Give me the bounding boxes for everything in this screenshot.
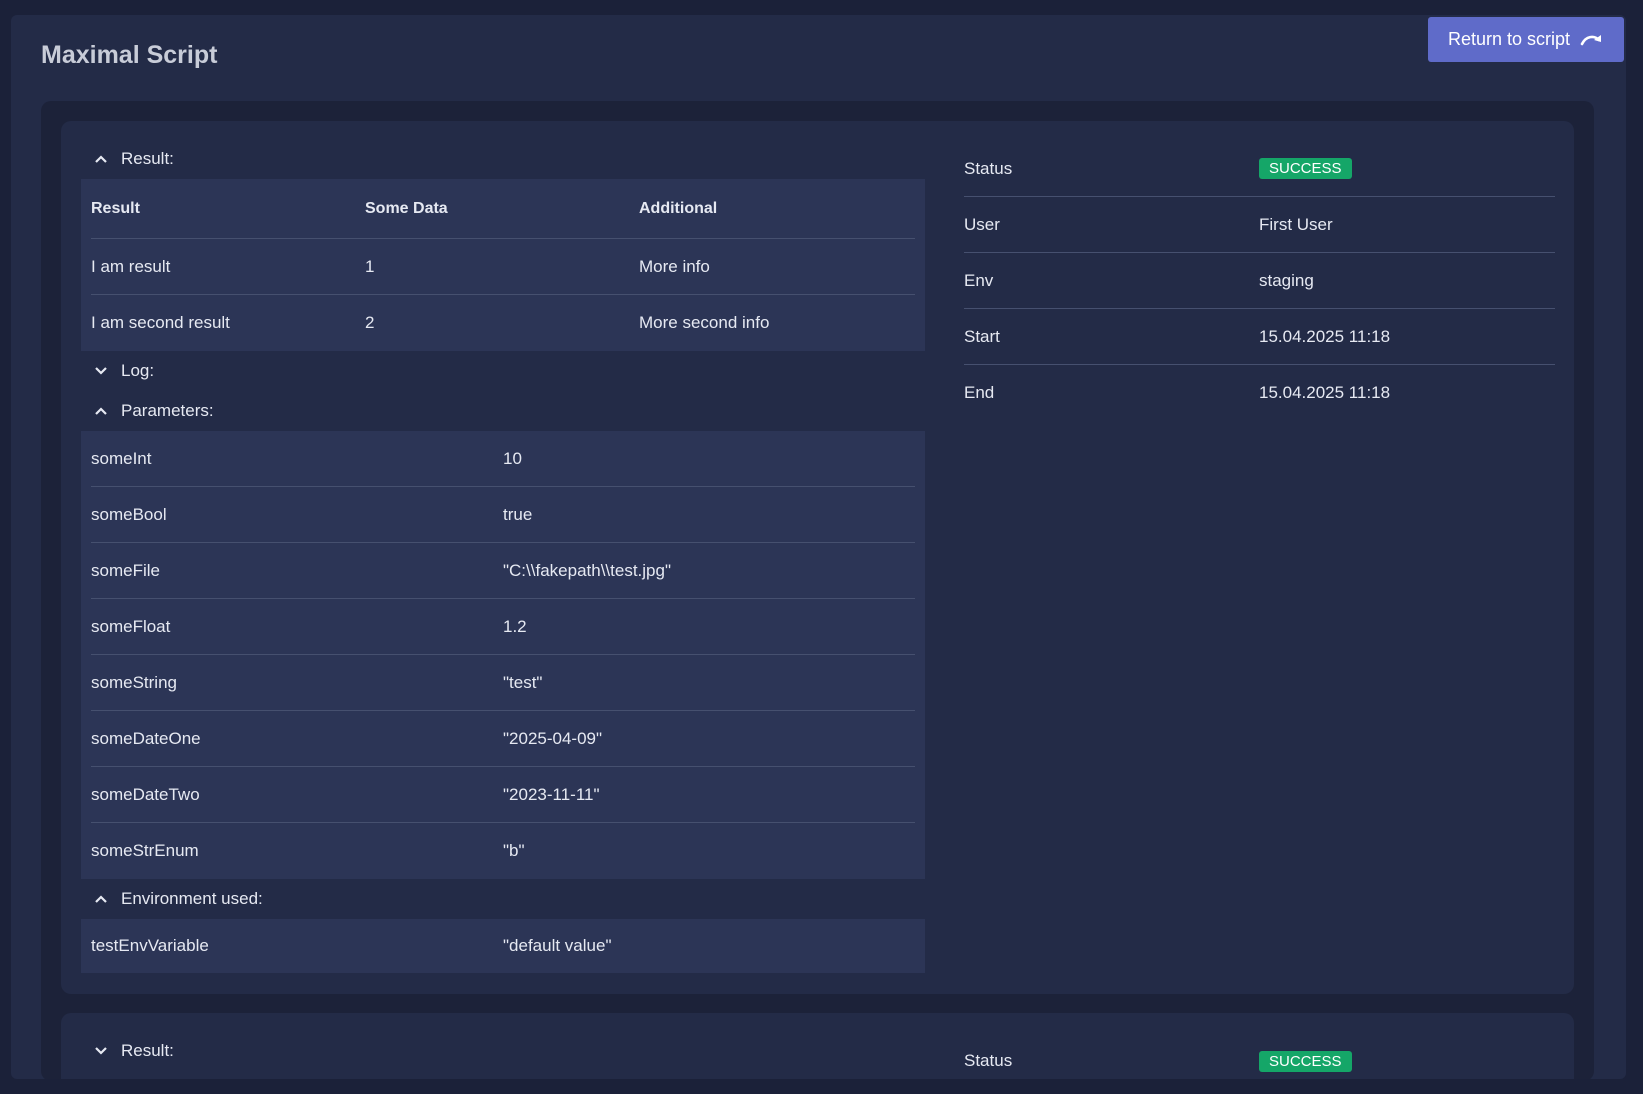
info-value: staging	[1259, 270, 1314, 290]
status-badge: SUCCESS	[1259, 1050, 1352, 1072]
run-info: Status SUCCESS User First User Env stagi…	[964, 121, 1555, 421]
parameters-table: someInt 10 someBool true someFile "C:\\f…	[81, 431, 925, 879]
table-row: someStrEnum "b"	[91, 823, 915, 879]
runs-list: Result: Result Some Data Additional I am…	[41, 101, 1594, 1079]
table-cell: 2	[365, 313, 375, 332]
return-to-script-label: Return to script	[1447, 29, 1571, 49]
parameter-name: someInt	[91, 448, 152, 468]
info-key: End	[964, 383, 995, 402]
table-cell: More info	[639, 256, 710, 276]
result-section-label: Result:	[121, 1041, 174, 1060]
table-row: someFloat 1.2	[91, 599, 915, 655]
parameter-value: "test"	[503, 672, 543, 692]
info-row-user: User First User	[964, 197, 1555, 253]
run-details: Result: Result Some Data Additional I am…	[81, 121, 925, 973]
redo-arrow-icon	[1580, 34, 1602, 45]
info-key: User	[964, 214, 1000, 234]
info-value: 15.04.2025 11:18	[1259, 326, 1391, 346]
info-row-status: Status SUCCESS	[964, 141, 1555, 197]
table-row: I am second result 2 More second info	[91, 295, 915, 351]
environment-section-label: Environment used:	[121, 889, 263, 908]
table-row: someDateOne "2025-04-09"	[91, 711, 915, 767]
return-to-script-button[interactable]: Return to script	[1428, 17, 1624, 62]
log-section-toggle[interactable]: Log:	[81, 351, 925, 391]
result-table: Result Some Data Additional I am result …	[81, 179, 925, 351]
parameter-value: "2023-11-11"	[503, 784, 600, 804]
table-cell: I am result	[91, 256, 171, 276]
info-key: Env	[964, 270, 994, 290]
parameter-value: "C:\\fakepath\\test.jpg"	[503, 560, 671, 580]
parameter-name: someBool	[91, 504, 167, 524]
table-row: someFile "C:\\fakepath\\test.jpg"	[91, 543, 915, 599]
chevron-down-icon	[95, 1047, 107, 1055]
script-run-page: Maximal Script Return to script Result: …	[11, 15, 1626, 1079]
table-row: I am result 1 More info	[91, 239, 915, 295]
info-row-start: Start 15.04.2025 11:18	[964, 309, 1555, 365]
table-row: someInt 10	[91, 431, 915, 487]
parameter-name: someFloat	[91, 616, 171, 636]
result-section-label: Result:	[121, 149, 174, 168]
parameter-value: "b"	[503, 841, 525, 860]
parameter-value: true	[503, 504, 533, 524]
table-row: testEnvVariable "default value"	[91, 919, 915, 973]
result-section-toggle[interactable]: Result:	[81, 1031, 925, 1071]
parameter-name: someDateOne	[91, 728, 201, 748]
table-row: someDateTwo "2023-11-11"	[91, 767, 915, 823]
parameter-value: 1.2	[503, 616, 527, 636]
info-key: Start	[964, 326, 1000, 346]
chevron-up-icon	[95, 407, 107, 415]
info-row-status: Status SUCCESS	[964, 1033, 1555, 1079]
table-cell: 1	[365, 256, 375, 276]
page-title: Maximal Script	[41, 41, 218, 69]
column-header: Additional	[639, 199, 718, 217]
chevron-down-icon	[95, 367, 107, 375]
info-key: Status	[964, 1051, 1013, 1070]
result-section-toggle[interactable]: Result:	[81, 139, 925, 179]
log-section-label: Log:	[121, 361, 155, 380]
column-header: Result	[91, 199, 140, 217]
table-cell: I am second result	[91, 313, 230, 332]
environment-section-toggle[interactable]: Environment used:	[81, 879, 925, 919]
parameter-name: someDateTwo	[91, 784, 200, 804]
run-card: Result: Result Some Data Additional I am…	[61, 121, 1574, 994]
parameter-name: someString	[91, 672, 177, 692]
parameters-section-label: Parameters:	[121, 401, 214, 420]
parameter-name: someFile	[91, 560, 160, 580]
run-card: Result: Status SUCCESS	[61, 1013, 1574, 1079]
run-info: Status SUCCESS	[964, 1013, 1555, 1079]
table-row: someBool true	[91, 487, 915, 543]
info-key: Status	[964, 158, 1013, 178]
chevron-up-icon	[95, 155, 107, 163]
result-table-header: Result Some Data Additional	[91, 179, 915, 239]
parameters-section-toggle[interactable]: Parameters:	[81, 391, 925, 431]
env-variable-name: testEnvVariable	[91, 936, 209, 955]
info-value: 15.04.2025 11:18	[1259, 383, 1391, 402]
info-row-env: Env staging	[964, 253, 1555, 309]
info-row-end: End 15.04.2025 11:18	[964, 365, 1555, 421]
run-details: Result:	[81, 1013, 925, 1071]
parameter-value: "2025-04-09"	[503, 728, 603, 748]
column-header: Some Data	[365, 199, 448, 217]
parameter-value: 10	[503, 448, 522, 468]
environment-table: testEnvVariable "default value"	[81, 919, 925, 973]
info-value: First User	[1259, 214, 1333, 234]
chevron-up-icon	[95, 895, 107, 903]
table-cell: More second info	[639, 313, 770, 332]
parameter-name: someStrEnum	[91, 841, 199, 860]
table-row: someString "test"	[91, 655, 915, 711]
status-badge: SUCCESS	[1259, 158, 1352, 179]
env-variable-value: "default value"	[503, 936, 612, 955]
